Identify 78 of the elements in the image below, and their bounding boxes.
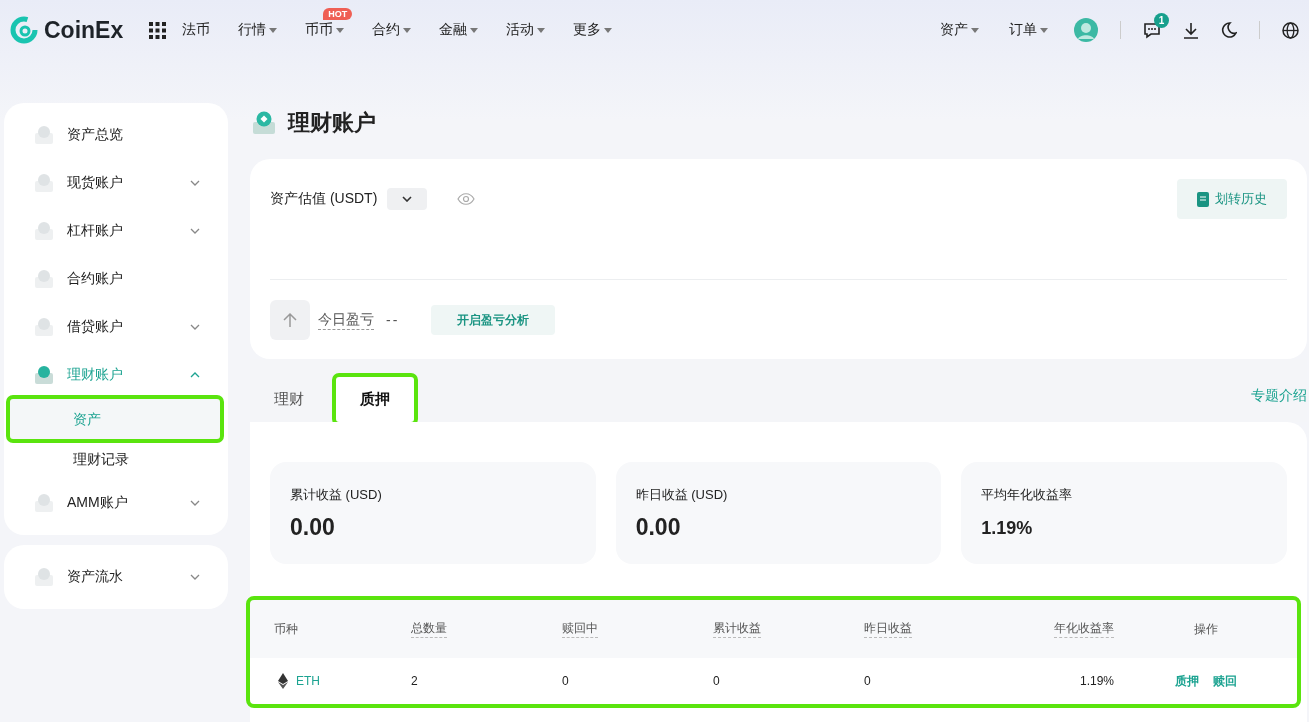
tab[interactable]: 理财	[250, 377, 328, 422]
nav-menu-item[interactable]: 活动	[502, 21, 550, 39]
stat-label: 昨日收益 (USD)	[635, 486, 729, 504]
nav-menu-item[interactable]: 更多	[569, 21, 617, 39]
sidebar-item[interactable]: AMM账户	[4, 479, 228, 527]
nav-menu-item[interactable]: 金融	[435, 21, 483, 39]
chevron-icon	[190, 372, 200, 378]
caret-icon	[269, 27, 278, 33]
ethereum-icon	[278, 673, 288, 689]
table-cell-text: 0	[864, 674, 872, 688]
currency-dropdown[interactable]	[387, 188, 428, 210]
column-header: 总数量	[411, 620, 447, 638]
caret-icon	[403, 27, 412, 33]
transfer-history-button[interactable]: 划转历史	[1177, 179, 1287, 219]
pnl-value: --	[386, 312, 400, 328]
nav-menu-item[interactable]: 币币	[301, 21, 349, 39]
hot-badge: HOT	[323, 8, 353, 20]
table-cell-text: 0	[713, 674, 721, 688]
column-header: 赎回中	[562, 620, 598, 638]
account-icon	[34, 269, 54, 289]
sidebar-item[interactable]: 资产总览	[4, 111, 228, 159]
stat-label: 累计收益 (USD)	[290, 486, 383, 504]
asset-valuation-label: 资产估值 (USDT)	[270, 190, 378, 208]
nav-menu-item[interactable]: 合约	[368, 21, 416, 39]
chevron-icon	[190, 324, 200, 330]
chevron-icon	[190, 180, 200, 186]
stat-value: 0.00	[290, 514, 336, 541]
nav-menu-item[interactable]: 资产	[936, 21, 983, 39]
sidebar-item[interactable]: 现货账户	[4, 159, 228, 207]
chevron-icon	[190, 574, 200, 580]
caret-icon	[336, 27, 345, 33]
table-cell-text: 0	[562, 674, 570, 688]
caret-icon	[1040, 27, 1048, 33]
chevron-icon	[190, 500, 200, 506]
column-header: 币种	[274, 620, 298, 638]
column-header: 年化收益率	[1054, 620, 1114, 638]
account-icon	[34, 173, 54, 193]
wallet-icon	[252, 110, 278, 136]
nav-menu-item[interactable]: 行情	[234, 21, 282, 39]
sidebar-item[interactable]: 借贷账户	[4, 303, 228, 351]
chevron-icon	[402, 196, 413, 202]
logo-icon	[10, 16, 38, 44]
apps-grid-icon[interactable]	[149, 21, 167, 39]
caret-icon	[470, 27, 479, 33]
sidebar-item[interactable]: 杠杆账户	[4, 207, 228, 255]
column-header: 操作	[1193, 620, 1218, 638]
account-icon	[34, 365, 54, 385]
nav-menu-item[interactable]: 法币	[178, 21, 215, 39]
logo-text[interactable]: CoinEx	[44, 16, 124, 44]
table-cell-text: 2	[411, 674, 419, 688]
account-icon	[34, 221, 54, 241]
sidebar-item[interactable]: 合约账户	[4, 255, 228, 303]
pnl-label: 今日盈亏	[318, 310, 374, 330]
caret-icon	[971, 27, 979, 33]
caret-icon	[604, 27, 613, 33]
document-icon	[1197, 191, 1209, 207]
stat-label: 平均年化收益率	[981, 486, 1074, 504]
moon-icon[interactable]	[1221, 22, 1237, 38]
download-icon[interactable]	[1183, 21, 1199, 39]
column-header: 累计收益	[713, 620, 761, 638]
chevron-icon	[190, 228, 200, 234]
account-icon	[34, 567, 54, 587]
caret-icon	[537, 27, 546, 33]
account-icon	[34, 317, 54, 337]
sidebar-subitem[interactable]: 理财记录	[10, 439, 220, 479]
column-header: 昨日收益	[864, 620, 912, 638]
account-icon	[34, 493, 54, 513]
table-cell: 1.19%	[1079, 674, 1114, 688]
account-icon	[34, 125, 54, 145]
message-count-badge: 1	[1154, 12, 1169, 28]
chat-icon[interactable]	[1143, 21, 1161, 39]
nav-menu-item[interactable]: 订单	[1005, 21, 1052, 39]
globe-icon[interactable]	[1282, 21, 1299, 39]
stat-value: 0.00	[635, 514, 682, 541]
stat-value: 1.19%	[981, 518, 1034, 539]
arrow-up-icon	[270, 300, 310, 340]
page-title: 理财账户	[288, 109, 376, 137]
sidebar-item[interactable]: 资产流水	[4, 553, 228, 601]
